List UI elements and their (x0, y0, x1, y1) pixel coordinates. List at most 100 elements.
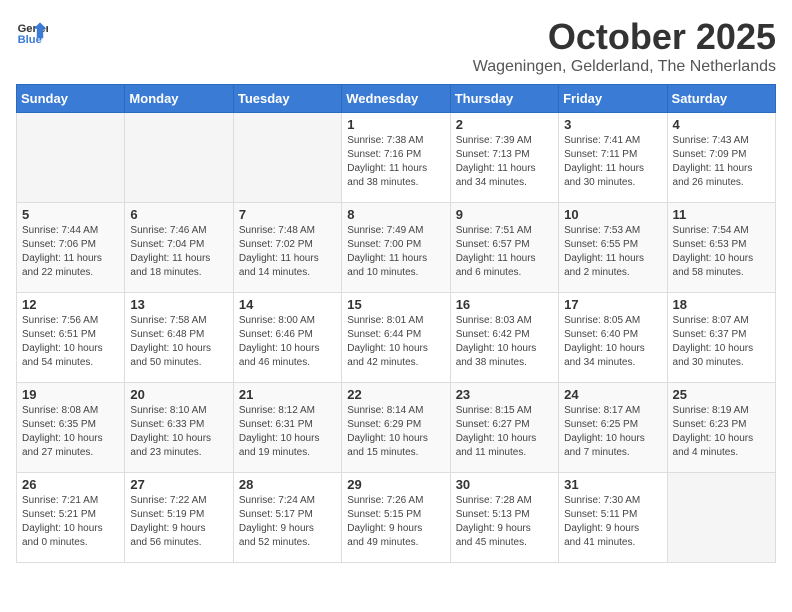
day-info: Sunrise: 7:38 AM Sunset: 7:16 PM Dayligh… (347, 134, 444, 190)
calendar-cell: 6 Sunrise: 7:46 AM Sunset: 7:04 PM Daylig… (125, 203, 233, 293)
day-number: 1 (347, 117, 444, 132)
calendar-cell: 18 Sunrise: 8:07 AM Sunset: 6:37 PM Dayli… (667, 293, 775, 383)
day-info: Sunrise: 7:24 AM Sunset: 5:17 PM Dayligh… (239, 494, 336, 550)
calendar-week-row: 19 Sunrise: 8:08 AM Sunset: 6:35 PM Dayli… (17, 383, 776, 473)
day-number: 15 (347, 297, 444, 312)
day-info: Sunrise: 8:10 AM Sunset: 6:33 PM Dayligh… (130, 404, 227, 460)
calendar-cell: 13 Sunrise: 7:58 AM Sunset: 6:48 PM Dayli… (125, 293, 233, 383)
day-info: Sunrise: 8:05 AM Sunset: 6:40 PM Dayligh… (564, 314, 661, 370)
day-number: 2 (456, 117, 553, 132)
calendar-header-row: SundayMondayTuesdayWednesdayThursdayFrid… (17, 85, 776, 113)
calendar-cell: 25 Sunrise: 8:19 AM Sunset: 6:23 PM Dayli… (667, 383, 775, 473)
calendar-cell: 29Sunrise: 7:26 AM Sunset: 5:15 PM Dayli… (342, 473, 450, 563)
calendar-cell: 4Sunrise: 7:43 AM Sunset: 7:09 PM Daylig… (667, 113, 775, 203)
header-tuesday: Tuesday (233, 85, 341, 113)
day-number: 13 (130, 297, 227, 312)
day-number: 22 (347, 387, 444, 402)
day-number: 17 (564, 297, 661, 312)
day-info: Sunrise: 8:03 AM Sunset: 6:42 PM Dayligh… (456, 314, 553, 370)
calendar-cell: 20Sunrise: 8:10 AM Sunset: 6:33 PM Dayli… (125, 383, 233, 473)
header-thursday: Thursday (450, 85, 558, 113)
day-info: Sunrise: 7:49 AM Sunset: 7:00 PM Dayligh… (347, 224, 444, 280)
calendar-cell: 1 Sunrise: 7:38 AM Sunset: 7:16 PM Daylig… (342, 113, 450, 203)
calendar-cell: 30 Sunrise: 7:28 AM Sunset: 5:13 PM Dayli… (450, 473, 558, 563)
day-number: 19 (22, 387, 119, 402)
day-info: Sunrise: 7:39 AM Sunset: 7:13 PM Dayligh… (456, 134, 553, 190)
calendar-cell: 3Sunrise: 7:41 AM Sunset: 7:11 PM Daylig… (559, 113, 667, 203)
header-sunday: Sunday (17, 85, 125, 113)
day-number: 16 (456, 297, 553, 312)
logo-icon: General Blue (16, 16, 48, 48)
day-info: Sunrise: 8:07 AM Sunset: 6:37 PM Dayligh… (673, 314, 770, 370)
calendar-cell: 14Sunrise: 8:00 AM Sunset: 6:46 PM Dayli… (233, 293, 341, 383)
calendar-week-row: 5 Sunrise: 7:44 AM Sunset: 7:06 PM Daylig… (17, 203, 776, 293)
calendar-table: SundayMondayTuesdayWednesdayThursdayFrid… (16, 84, 776, 563)
calendar-cell: 23 Sunrise: 8:15 AM Sunset: 6:27 PM Dayli… (450, 383, 558, 473)
day-number: 11 (673, 207, 770, 222)
day-number: 30 (456, 477, 553, 492)
logo: General Blue (16, 16, 48, 48)
day-info: Sunrise: 8:01 AM Sunset: 6:44 PM Dayligh… (347, 314, 444, 370)
calendar-cell: 10Sunrise: 7:53 AM Sunset: 6:55 PM Dayli… (559, 203, 667, 293)
day-number: 6 (130, 207, 227, 222)
day-number: 9 (456, 207, 553, 222)
day-info: Sunrise: 8:19 AM Sunset: 6:23 PM Dayligh… (673, 404, 770, 460)
day-info: Sunrise: 7:54 AM Sunset: 6:53 PM Dayligh… (673, 224, 770, 280)
day-number: 29 (347, 477, 444, 492)
day-number: 7 (239, 207, 336, 222)
calendar-cell: 15 Sunrise: 8:01 AM Sunset: 6:44 PM Dayli… (342, 293, 450, 383)
calendar-week-row: 12 Sunrise: 7:56 AM Sunset: 6:51 PM Dayli… (17, 293, 776, 383)
calendar-cell: 11 Sunrise: 7:54 AM Sunset: 6:53 PM Dayli… (667, 203, 775, 293)
day-number: 25 (673, 387, 770, 402)
day-info: Sunrise: 7:44 AM Sunset: 7:06 PM Dayligh… (22, 224, 119, 280)
calendar-cell: 8 Sunrise: 7:49 AM Sunset: 7:00 PM Daylig… (342, 203, 450, 293)
day-number: 18 (673, 297, 770, 312)
day-info: Sunrise: 8:14 AM Sunset: 6:29 PM Dayligh… (347, 404, 444, 460)
day-number: 21 (239, 387, 336, 402)
location-title: Wageningen, Gelderland, The Netherlands (473, 58, 776, 76)
day-info: Sunrise: 7:46 AM Sunset: 7:04 PM Dayligh… (130, 224, 227, 280)
calendar-cell (667, 473, 775, 563)
day-number: 5 (22, 207, 119, 222)
day-number: 27 (130, 477, 227, 492)
page-header: General Blue October 2025 Wageningen, Ge… (16, 16, 776, 76)
day-number: 3 (564, 117, 661, 132)
calendar-cell: 16 Sunrise: 8:03 AM Sunset: 6:42 PM Dayli… (450, 293, 558, 383)
day-number: 8 (347, 207, 444, 222)
calendar-week-row: 1 Sunrise: 7:38 AM Sunset: 7:16 PM Daylig… (17, 113, 776, 203)
day-info: Sunrise: 7:30 AM Sunset: 5:11 PM Dayligh… (564, 494, 661, 550)
day-info: Sunrise: 7:58 AM Sunset: 6:48 PM Dayligh… (130, 314, 227, 370)
day-number: 23 (456, 387, 553, 402)
day-info: Sunrise: 7:22 AM Sunset: 5:19 PM Dayligh… (130, 494, 227, 550)
day-info: Sunrise: 8:17 AM Sunset: 6:25 PM Dayligh… (564, 404, 661, 460)
calendar-cell: 24 Sunrise: 8:17 AM Sunset: 6:25 PM Dayli… (559, 383, 667, 473)
day-info: Sunrise: 8:00 AM Sunset: 6:46 PM Dayligh… (239, 314, 336, 370)
day-info: Sunrise: 7:21 AM Sunset: 5:21 PM Dayligh… (22, 494, 119, 550)
calendar-cell: 21 Sunrise: 8:12 AM Sunset: 6:31 PM Dayli… (233, 383, 341, 473)
day-info: Sunrise: 8:12 AM Sunset: 6:31 PM Dayligh… (239, 404, 336, 460)
calendar-cell: 9 Sunrise: 7:51 AM Sunset: 6:57 PM Daylig… (450, 203, 558, 293)
calendar-week-row: 26Sunrise: 7:21 AM Sunset: 5:21 PM Dayli… (17, 473, 776, 563)
day-info: Sunrise: 7:51 AM Sunset: 6:57 PM Dayligh… (456, 224, 553, 280)
day-info: Sunrise: 7:53 AM Sunset: 6:55 PM Dayligh… (564, 224, 661, 280)
day-info: Sunrise: 7:48 AM Sunset: 7:02 PM Dayligh… (239, 224, 336, 280)
calendar-cell: 12 Sunrise: 7:56 AM Sunset: 6:51 PM Dayli… (17, 293, 125, 383)
day-info: Sunrise: 7:56 AM Sunset: 6:51 PM Dayligh… (22, 314, 119, 370)
header-wednesday: Wednesday (342, 85, 450, 113)
month-title: October 2025 (473, 16, 776, 58)
day-info: Sunrise: 7:28 AM Sunset: 5:13 PM Dayligh… (456, 494, 553, 550)
calendar-cell: 26Sunrise: 7:21 AM Sunset: 5:21 PM Dayli… (17, 473, 125, 563)
calendar-cell (233, 113, 341, 203)
day-info: Sunrise: 8:08 AM Sunset: 6:35 PM Dayligh… (22, 404, 119, 460)
calendar-cell: 22 Sunrise: 8:14 AM Sunset: 6:29 PM Dayli… (342, 383, 450, 473)
calendar-cell: 2 Sunrise: 7:39 AM Sunset: 7:13 PM Daylig… (450, 113, 558, 203)
day-number: 28 (239, 477, 336, 492)
day-number: 12 (22, 297, 119, 312)
header-saturday: Saturday (667, 85, 775, 113)
calendar-cell: 17 Sunrise: 8:05 AM Sunset: 6:40 PM Dayli… (559, 293, 667, 383)
day-info: Sunrise: 8:15 AM Sunset: 6:27 PM Dayligh… (456, 404, 553, 460)
calendar-cell: 27 Sunrise: 7:22 AM Sunset: 5:19 PM Dayli… (125, 473, 233, 563)
calendar-cell: 28 Sunrise: 7:24 AM Sunset: 5:17 PM Dayli… (233, 473, 341, 563)
header-monday: Monday (125, 85, 233, 113)
day-number: 24 (564, 387, 661, 402)
